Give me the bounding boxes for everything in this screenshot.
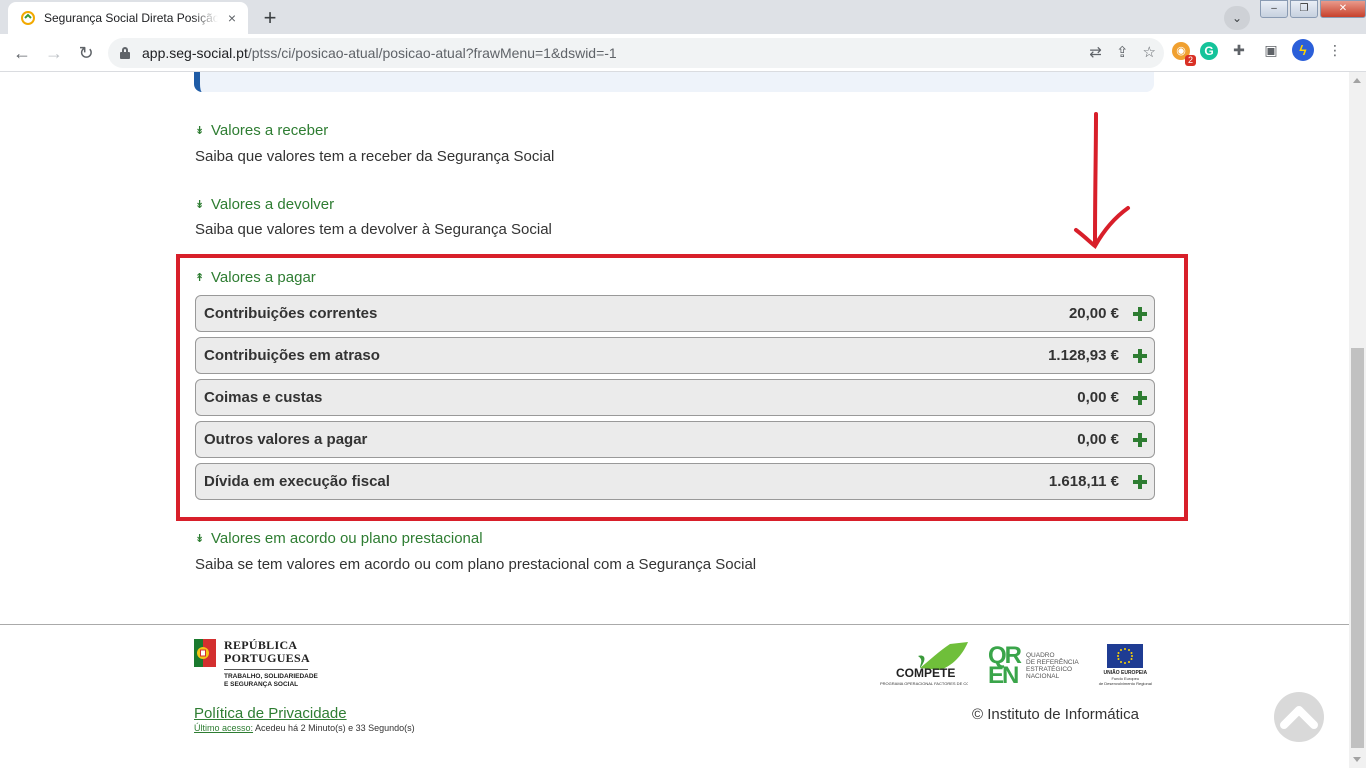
copyright-text: © Instituto de Informática (972, 706, 1139, 723)
valores-receber-desc: Saiba que valores tem a receber da Segur… (195, 148, 555, 165)
browser-tab[interactable]: Segurança Social Direta Posição × (8, 2, 248, 34)
portugal-emblem-icon (194, 639, 216, 667)
qren-line2: DE REFERÊNCIA (1026, 659, 1079, 666)
qren-line1: QUADRO (1026, 652, 1055, 659)
eu-logo: UNIÃO EUROPEIA Fundo Europeu de Desenvol… (1099, 644, 1152, 686)
valores-devolver-title: Valores a devolver (211, 196, 335, 213)
window-close-button[interactable]: ✕ (1320, 0, 1366, 18)
address-bar[interactable]: app.seg-social.pt/ptss/ci/posicao-atual/… (108, 38, 1164, 68)
tab-title: Segurança Social Direta Posição (44, 11, 218, 25)
url-text: app.seg-social.pt/ptss/ci/posicao-atual/… (142, 45, 617, 61)
eu-flag-icon (1107, 644, 1144, 668)
browser-menu-icon[interactable]: ⋮ (1324, 39, 1346, 61)
extension-orange-icon[interactable]: ◉ 2 (1172, 42, 1196, 66)
profile-avatar[interactable]: ϟ (1292, 39, 1314, 61)
annotation-arrow-icon (1074, 112, 1130, 250)
qren-mark-2: EN (988, 662, 1019, 689)
qren-line4: NACIONAL (1026, 673, 1060, 680)
restore-button[interactable]: ❐ (1290, 0, 1318, 18)
pay-row-label: Coimas e custas (204, 389, 323, 406)
chevron-down-icon: ↡ (195, 532, 205, 545)
site-favicon-icon (20, 10, 36, 26)
valores-acordo-desc: Saiba se tem valores em acordo ou com pl… (195, 556, 757, 573)
tab-close-icon[interactable]: × (224, 10, 240, 26)
valores-receber-title: Valores a receber (211, 122, 329, 139)
chevron-up-icon: ↟ (195, 271, 205, 284)
footer-divider (0, 624, 1349, 625)
gov-sub-line1: TRABALHO, SOLIDARIEDADE (224, 673, 318, 680)
grammarly-icon[interactable]: G (1200, 42, 1218, 60)
translate-icon[interactable]: ⇄ (1089, 43, 1102, 61)
pay-row-coimas-custas[interactable]: Coimas e custas 0,00 € (195, 379, 1155, 416)
pay-row-value: 0,00 € (1077, 389, 1119, 406)
compete-logo: COMPETE PROGRAMA OPERACIONAL FACTORES DE… (880, 640, 968, 686)
pay-row-value: 20,00 € (1068, 305, 1119, 322)
compete-text: COMPETE (896, 666, 956, 680)
expand-plus-icon[interactable] (1133, 432, 1147, 447)
page-viewport: ↡ Valores a receber Saiba que valores te… (0, 72, 1349, 768)
window-controls: – ❐ ✕ (1258, 0, 1366, 20)
valores-devolver-desc: Saiba que valores tem a devolver à Segur… (195, 221, 552, 238)
valores-devolver-link[interactable]: ↡ Valores a devolver (195, 196, 334, 213)
share-icon[interactable]: ⇪ (1116, 43, 1129, 61)
eu-sub2: de Desenvolvimento Regional (1098, 681, 1152, 686)
expand-plus-icon[interactable] (1133, 474, 1147, 489)
side-panel-icon[interactable]: ▣ (1260, 39, 1282, 61)
extensions-puzzle-icon[interactable]: ✚ (1228, 39, 1250, 61)
valores-receber-link[interactable]: ↡ Valores a receber (195, 122, 328, 139)
minimize-button[interactable]: – (1260, 0, 1288, 18)
valores-acordo-title: Valores em acordo ou plano prestacional (211, 530, 483, 547)
valores-pagar-title: Valores a pagar (211, 269, 316, 286)
extension-badge: 2 (1184, 55, 1196, 66)
scroll-to-top-button[interactable] (1274, 692, 1324, 742)
chevron-up-icon (1280, 706, 1318, 729)
chevron-down-icon: ↡ (195, 198, 205, 211)
valores-acordo-link[interactable]: ↡ Valores em acordo ou plano prestaciona… (195, 530, 483, 547)
partner-logos: COMPETE PROGRAMA OPERACIONAL FACTORES DE… (880, 640, 1152, 689)
tab-strip: Segurança Social Direta Posição × + ⌄ – … (0, 0, 1366, 34)
back-arrow-icon[interactable]: ← (8, 39, 36, 67)
scroll-down-arrow-icon[interactable] (1353, 757, 1361, 762)
pay-row-value: 0,00 € (1077, 431, 1119, 448)
page-scrollbar[interactable] (1349, 72, 1366, 768)
expand-plus-icon[interactable] (1133, 390, 1147, 405)
gov-name-line2: PORTUGUESA (224, 651, 310, 665)
pay-row-label: Contribuições correntes (204, 305, 378, 322)
forward-arrow-icon[interactable]: → (40, 39, 68, 67)
pay-row-value: 1.128,93 € (1048, 347, 1119, 364)
republica-portuguesa-logo: REPÚBLICA PORTUGUESA TRABALHO, SOLIDARIE… (194, 639, 318, 689)
pay-row-label: Outros valores a pagar (204, 431, 368, 448)
privacy-policy-link[interactable]: Política de Privacidade (194, 705, 347, 722)
last-access-info: Último acesso: Acedeu há 2 Minuto(s) e 3… (194, 723, 415, 733)
pay-row-label: Dívida em execução fiscal (204, 473, 390, 490)
compete-sub: PROGRAMA OPERACIONAL FACTORES DE COMPETI… (880, 681, 968, 686)
reload-icon[interactable]: ↻ (72, 39, 100, 67)
scroll-up-arrow-icon[interactable] (1353, 78, 1361, 83)
qren-logo: QR EN QUADRO DE REFERÊNCIA ESTRATÉGICO NA… (988, 644, 1079, 689)
pay-row-contribuicoes-correntes[interactable]: Contribuições correntes 20,00 € (195, 295, 1155, 332)
pay-row-label: Contribuições em atraso (204, 347, 380, 364)
scrollbar-thumb[interactable] (1351, 348, 1364, 748)
qren-line3: ESTRATÉGICO (1026, 666, 1073, 673)
pay-row-value: 1.618,11 € (1048, 473, 1119, 490)
chevron-down-icon: ↡ (195, 124, 205, 137)
lock-icon (120, 47, 130, 59)
browser-toolbar: ← → ↻ app.seg-social.pt/ptss/ci/posicao-… (0, 34, 1366, 72)
pay-row-outros-valores[interactable]: Outros valores a pagar 0,00 € (195, 421, 1155, 458)
pay-row-divida-execucao-fiscal[interactable]: Dívida em execução fiscal 1.618,11 € (195, 463, 1155, 500)
expand-plus-icon[interactable] (1133, 348, 1147, 363)
bookmark-star-icon[interactable]: ☆ (1143, 43, 1156, 61)
pay-row-contribuicoes-atraso[interactable]: Contribuições em atraso 1.128,93 € (195, 337, 1155, 374)
info-notice-box (194, 72, 1154, 92)
new-tab-button[interactable]: + (256, 5, 284, 33)
gov-sub-line2: E SEGURANÇA SOCIAL (224, 681, 299, 688)
expand-plus-icon[interactable] (1133, 306, 1147, 321)
valores-pagar-link[interactable]: ↟ Valores a pagar (195, 269, 316, 286)
tab-search-chevron-icon[interactable]: ⌄ (1224, 6, 1250, 30)
